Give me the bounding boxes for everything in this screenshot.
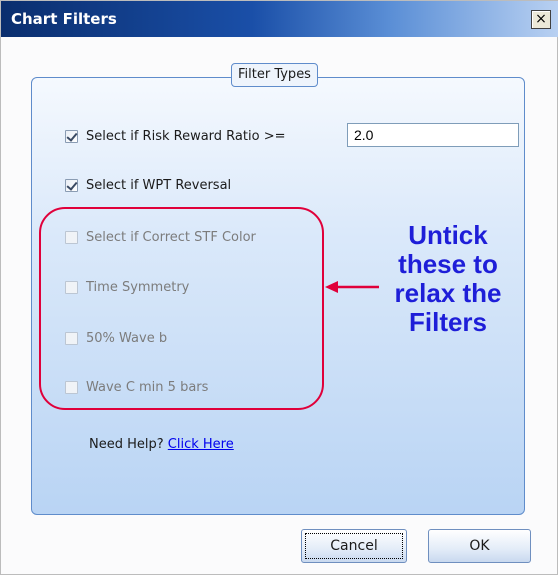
group-legend: Filter Types (231, 63, 318, 87)
help-line: Need Help? Click Here (89, 437, 234, 452)
annotation-line: these to (398, 249, 498, 279)
help-link[interactable]: Click Here (168, 437, 234, 452)
help-prefix: Need Help? (89, 437, 164, 452)
risk-reward-ratio-input[interactable] (347, 123, 519, 147)
filter-row-risk-reward[interactable]: Select if Risk Reward Ratio >= (65, 125, 285, 147)
annotation-line: relax the (394, 278, 502, 308)
annotation-highlight-box (39, 207, 324, 410)
ok-button[interactable]: OK (428, 529, 531, 563)
filter-row-wpt-reversal[interactable]: Select if WPT Reversal (65, 174, 231, 196)
close-button[interactable]: × (531, 10, 551, 29)
close-icon: × (535, 11, 547, 27)
chart-filters-dialog: Chart Filters × Filter Types Select if R… (0, 0, 558, 575)
checkbox-risk-reward[interactable] (65, 129, 78, 143)
window-title: Chart Filters (11, 10, 117, 28)
filter-label-wpt-reversal: Select if WPT Reversal (86, 177, 232, 193)
annotation-line: Untick (408, 220, 488, 250)
annotation-text: Untick these to relax the Filters (373, 221, 523, 337)
annotation-line: Filters (408, 307, 488, 337)
checkbox-wpt-reversal[interactable] (65, 178, 78, 192)
filter-label-risk-reward: Select if Risk Reward Ratio >= (86, 128, 286, 144)
title-bar[interactable]: Chart Filters × (1, 1, 558, 37)
cancel-button[interactable]: Cancel (301, 529, 407, 563)
